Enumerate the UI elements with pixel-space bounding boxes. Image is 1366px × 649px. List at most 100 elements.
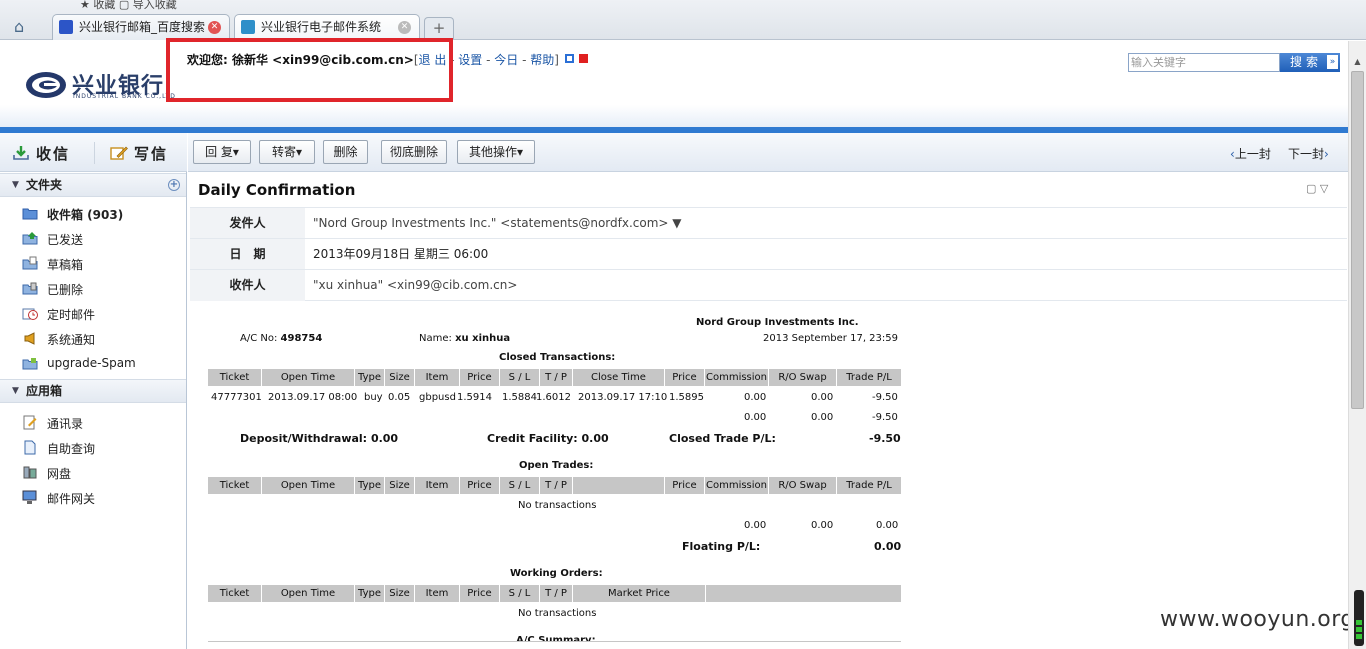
date-value: 2013年09月18日 星期三 06:00 (313, 247, 489, 261)
sidebar-item-self-query[interactable]: 自助查询 (22, 440, 95, 457)
open-column-header: T / P (539, 477, 572, 494)
home-icon[interactable]: ⌂ (14, 18, 34, 36)
apps-section-header[interactable]: ▼ 应用箱 (0, 379, 186, 403)
sidebar-item-sent[interactable]: 已发送 (22, 231, 83, 248)
other-actions-button[interactable]: 其他操作▾ (457, 140, 535, 164)
sidebar-item-label: 已删除 (47, 283, 84, 297)
closed-pl-value: -9.50 (869, 432, 901, 445)
closed-cell: gbpusd (419, 392, 456, 403)
chevron-right-icon: › (1324, 147, 1329, 161)
message-tools: ▢ ▽ (1306, 182, 1328, 195)
sidebar-item-contacts[interactable]: 通讯录 (22, 415, 83, 432)
browser-tab-baidu[interactable]: 兴业银行邮箱_百度搜索 ✕ (52, 14, 230, 40)
open-column-header: Size (384, 477, 414, 494)
sidebar-item-label: upgrade-Spam (47, 356, 136, 370)
sidebar-item-netdisk[interactable]: 网盘 (22, 465, 71, 482)
prev-label: 上一封 (1234, 147, 1271, 161)
open-total-commission: 0.00 (744, 520, 767, 531)
open-column-header: Item (414, 477, 459, 494)
settings-link[interactable]: 设置 (458, 53, 482, 67)
bank-logo-icon (26, 72, 66, 98)
sidebar-item-notices[interactable]: 系统通知 (22, 331, 95, 348)
receive-button[interactable]: 收信 (12, 143, 70, 164)
sidebar-item-inbox[interactable]: 收件箱 (903) (22, 206, 123, 223)
search-arrow-icon: » (1327, 55, 1338, 69)
close-tab-icon[interactable]: ✕ (398, 21, 411, 34)
chevron-down-icon: ▼ (12, 386, 19, 396)
sidebar-item-label: 系统通知 (47, 333, 96, 347)
new-tab-button[interactable]: + (424, 17, 454, 39)
working-column-header: S / L (499, 585, 539, 602)
sidebar-item-label: 收件箱 (903) (47, 208, 124, 222)
scrollbar[interactable]: ▲ (1348, 41, 1366, 649)
chevron-down-icon: ▼ (12, 180, 19, 190)
view-source-icon[interactable]: ▢ (1306, 182, 1316, 195)
deposit-label: Deposit/Withdrawal: (240, 432, 368, 445)
working-column-header: Item (414, 585, 459, 602)
to-row: 收件人 "xu xinhua" <xin99@cib.com.cn> (190, 269, 1347, 301)
message-subject: Daily Confirmation (198, 181, 356, 199)
open-column-header: Ticket (219, 480, 250, 491)
closed-total-commission: 0.00 (744, 412, 767, 423)
theme-toggle-icon[interactable] (578, 54, 588, 63)
sidebar-item-drafts[interactable]: 草稿箱 (22, 256, 83, 273)
open-header-row: Ticket Open Time Type Size Item Price S / LT /… (208, 477, 901, 494)
closed-column-header: Open Time (261, 369, 354, 386)
forward-button[interactable]: 转寄▾ (259, 140, 315, 164)
delete-permanent-button[interactable]: 彻底删除 (381, 140, 447, 164)
close-tab-icon[interactable]: ✕ (208, 21, 221, 34)
sidebar-item-spam[interactable]: upgrade-Spam (22, 356, 136, 370)
sidebar-item-trash[interactable]: 已删除 (22, 281, 83, 298)
filter-icon[interactable]: ▽ (1320, 182, 1328, 195)
add-folder-icon[interactable]: + (168, 179, 180, 191)
closed-cell: 2013.09.17 08:00 (268, 392, 358, 403)
open-total-pl: 0.00 (876, 520, 899, 531)
open-column-header: Commission (704, 477, 768, 494)
closed-cell: 1.6012 (536, 392, 571, 403)
today-link[interactable]: 今日 (494, 53, 518, 67)
tab-label: 兴业银行邮箱_百度搜索 (79, 20, 206, 34)
tab-label: 兴业银行电子邮件系统 (261, 20, 382, 34)
closed-cell: buy (364, 392, 383, 403)
drafts-folder-icon (22, 256, 38, 270)
from-value[interactable]: "Nord Group Investments Inc." <statement… (313, 208, 682, 238)
compose-button[interactable]: 写信 (110, 143, 168, 164)
closed-cell: 2013.09.17 17:10 (578, 392, 668, 403)
sidebar-item-scheduled[interactable]: 定时邮件 (22, 306, 95, 323)
spam-folder-icon (22, 358, 38, 370)
sidebar-item-mail-gateway[interactable]: 邮件网关 (22, 490, 95, 507)
open-column-header: Price (459, 477, 499, 494)
highlight-annotation-box (166, 38, 453, 102)
sidebar-item-label: 定时邮件 (47, 308, 96, 322)
closed-transactions-title: Closed Transactions: (499, 352, 616, 363)
working-column-header: Market Price (572, 585, 705, 602)
reply-button[interactable]: 回 复▾ (193, 140, 251, 164)
folders-section-header[interactable]: ▼ 文件夹 + (0, 173, 186, 197)
search-input[interactable]: 输入关键字 (1128, 53, 1280, 72)
to-value: "xu xinhua" <xin99@cib.com.cn> (313, 278, 518, 292)
closed-cell: 1.5914 (457, 392, 492, 403)
next-mail-link[interactable]: 下一封› (1288, 145, 1329, 162)
search-button[interactable]: 搜索 » (1280, 53, 1340, 72)
delete-button[interactable]: 删除 (323, 140, 368, 164)
separator: - (518, 53, 531, 67)
closed-cell: 1.5884 (502, 392, 537, 403)
toolbar-divider (94, 142, 95, 164)
working-column-header: Price (459, 585, 499, 602)
scroll-thumb[interactable] (1351, 71, 1364, 409)
working-column-header: Type (354, 585, 384, 602)
closed-cell: 0.05 (388, 392, 411, 403)
prev-mail-link[interactable]: ‹上一封 (1230, 145, 1271, 162)
closed-cell: 0.00 (811, 392, 834, 403)
layout-toggle-icon[interactable] (564, 54, 574, 63)
browser-tab-mail[interactable]: 兴业银行电子邮件系统 ✕ (234, 14, 420, 40)
summary-header-edge (208, 641, 901, 642)
bookmarks-bar[interactable]: ★ 收藏 ▢ 导入收藏 (80, 0, 177, 12)
open-trades-title: Open Trades: (519, 460, 594, 471)
bank-name-english: INDUSTRIAL BANK CO.,LTD (73, 93, 176, 100)
credit-label: Credit Facility: (487, 432, 578, 445)
help-link[interactable]: 帮助 (530, 53, 554, 67)
folders-title: 文件夹 (26, 178, 63, 192)
bracket: ] (554, 53, 559, 67)
scroll-up-icon[interactable]: ▲ (1349, 53, 1366, 70)
